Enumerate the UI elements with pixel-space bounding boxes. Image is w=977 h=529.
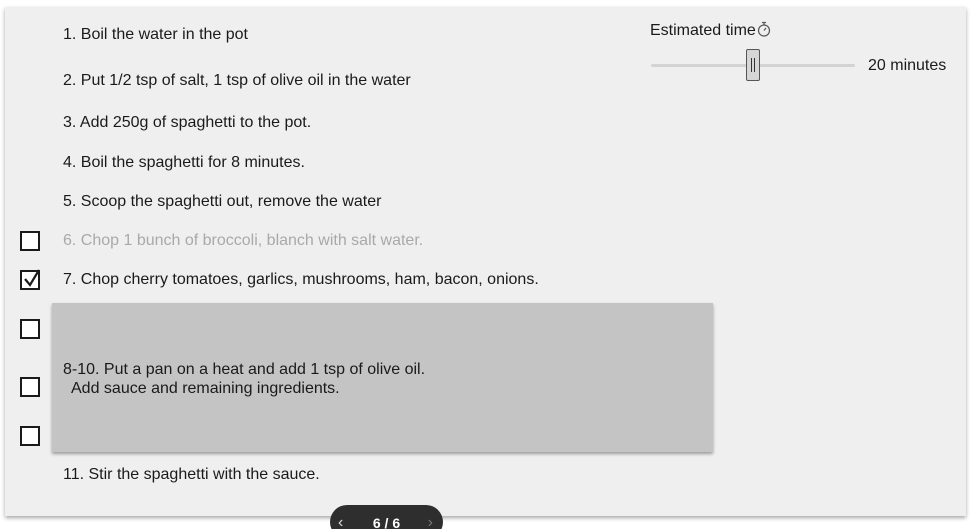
- step-8-checkbox[interactable]: [20, 319, 40, 339]
- step-2: 2. Put 1/2 tsp of salt, 1 tsp of olive o…: [63, 72, 411, 89]
- estimated-time-text: Estimated time: [650, 22, 756, 39]
- pager: ‹ 6 / 6 ›: [330, 505, 443, 529]
- step-6: 6. Chop 1 bunch of broccoli, blanch with…: [63, 232, 424, 249]
- step-7: 7. Chop cherry tomatoes, garlics, mushro…: [63, 271, 539, 288]
- time-slider-thumb[interactable]: [746, 49, 760, 81]
- step-1: 1. Boil the water in the pot: [63, 26, 248, 43]
- step-3: 3. Add 250g of spaghetti to the pot.: [63, 114, 312, 131]
- step-4: 4. Boil the spaghetti for 8 minutes.: [63, 154, 305, 171]
- step-9-checkbox[interactable]: [20, 377, 40, 397]
- checkmark-icon: [24, 269, 40, 287]
- step-7-checkbox[interactable]: [20, 269, 40, 290]
- estimated-time-label: Estimated time: [650, 21, 771, 41]
- step-8-10-text: 8-10. Put a pan on a heat and add 1 tsp …: [63, 361, 426, 397]
- time-slider-value: 20 minutes: [868, 57, 947, 74]
- slider-grip-line: [751, 58, 752, 72]
- step-5: 5. Scoop the spaghetti out, remove the w…: [63, 193, 382, 210]
- step-6-checkbox[interactable]: [20, 231, 40, 251]
- stopwatch-icon: [757, 21, 770, 37]
- step-11: 11. Stir the spaghetti with the sauce.: [63, 466, 320, 483]
- slider-grip-line: [754, 58, 755, 72]
- step-10-checkbox[interactable]: [20, 426, 40, 446]
- page-indicator: 6 / 6: [372, 515, 401, 529]
- chevron-right-icon[interactable]: ›: [428, 514, 433, 529]
